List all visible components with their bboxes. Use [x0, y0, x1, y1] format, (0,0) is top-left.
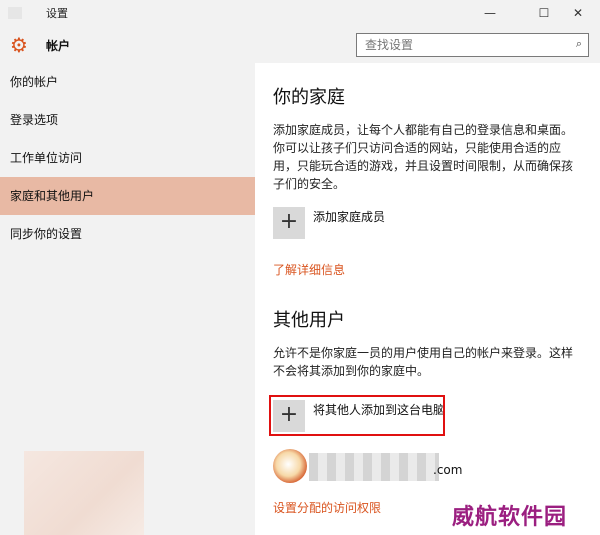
- page-title: 帐户: [46, 39, 71, 53]
- back-icon[interactable]: [8, 7, 22, 19]
- user-avatar-icon[interactable]: [273, 449, 307, 483]
- masked-email: [309, 453, 439, 481]
- highlight-box: [269, 395, 445, 436]
- minimize-button[interactable]: —: [468, 0, 512, 26]
- sidebar-item-family-other-users[interactable]: 家庭和其他用户: [0, 177, 255, 215]
- close-button[interactable]: ✕: [556, 0, 600, 26]
- family-heading: 你的家庭: [273, 87, 345, 108]
- plus-icon[interactable]: +: [273, 207, 305, 239]
- search-box[interactable]: ⌕: [356, 33, 589, 57]
- sidebar-item-sign-in-options[interactable]: 登录选项: [0, 101, 255, 139]
- family-description: 添加家庭成员，让每个人都能有自己的登录信息和桌面。你可以让孩子们只访问合适的网站…: [273, 123, 574, 191]
- other-users-description: 允许不是你家庭一员的用户使用自己的帐户来登录。这样不会将其添加到你的家庭中。: [273, 346, 574, 378]
- sidebar-item-sync-settings[interactable]: 同步你的设置: [0, 215, 255, 253]
- title-bar: 设置 — ☐ ✕: [0, 0, 600, 26]
- other-users-heading: 其他用户: [273, 310, 345, 331]
- learn-more-link[interactable]: 了解详细信息: [273, 261, 345, 278]
- assigned-access-link[interactable]: 设置分配的访问权限: [273, 499, 381, 516]
- sidebar: 你的帐户 登录选项 工作单位访问 家庭和其他用户 同步你的设置: [0, 63, 255, 535]
- search-icon[interactable]: ⌕: [576, 37, 582, 51]
- window-title: 设置: [46, 7, 68, 20]
- gear-icon: ⚙: [10, 33, 28, 57]
- add-family-member-button[interactable]: 添加家庭成员: [313, 208, 385, 225]
- blurred-image: [24, 451, 144, 535]
- sidebar-item-work-access[interactable]: 工作单位访问: [0, 139, 255, 177]
- search-input[interactable]: [357, 34, 557, 56]
- watermark: 威航软件园: [452, 505, 568, 530]
- main-content: 你的家庭 添加家庭成员，让每个人都能有自己的登录信息和桌面。你可以让孩子们只访问…: [255, 63, 600, 535]
- user-email-suffix: .com: [433, 463, 463, 477]
- sidebar-item-your-account[interactable]: 你的帐户: [0, 63, 255, 101]
- settings-header: ⚙ 帐户 ⌕: [0, 26, 600, 63]
- settings-window: 设置 — ☐ ✕ ⚙ 帐户 ⌕ 你的帐户 登录选项 工作单位访问 家庭和其他用户…: [0, 0, 600, 535]
